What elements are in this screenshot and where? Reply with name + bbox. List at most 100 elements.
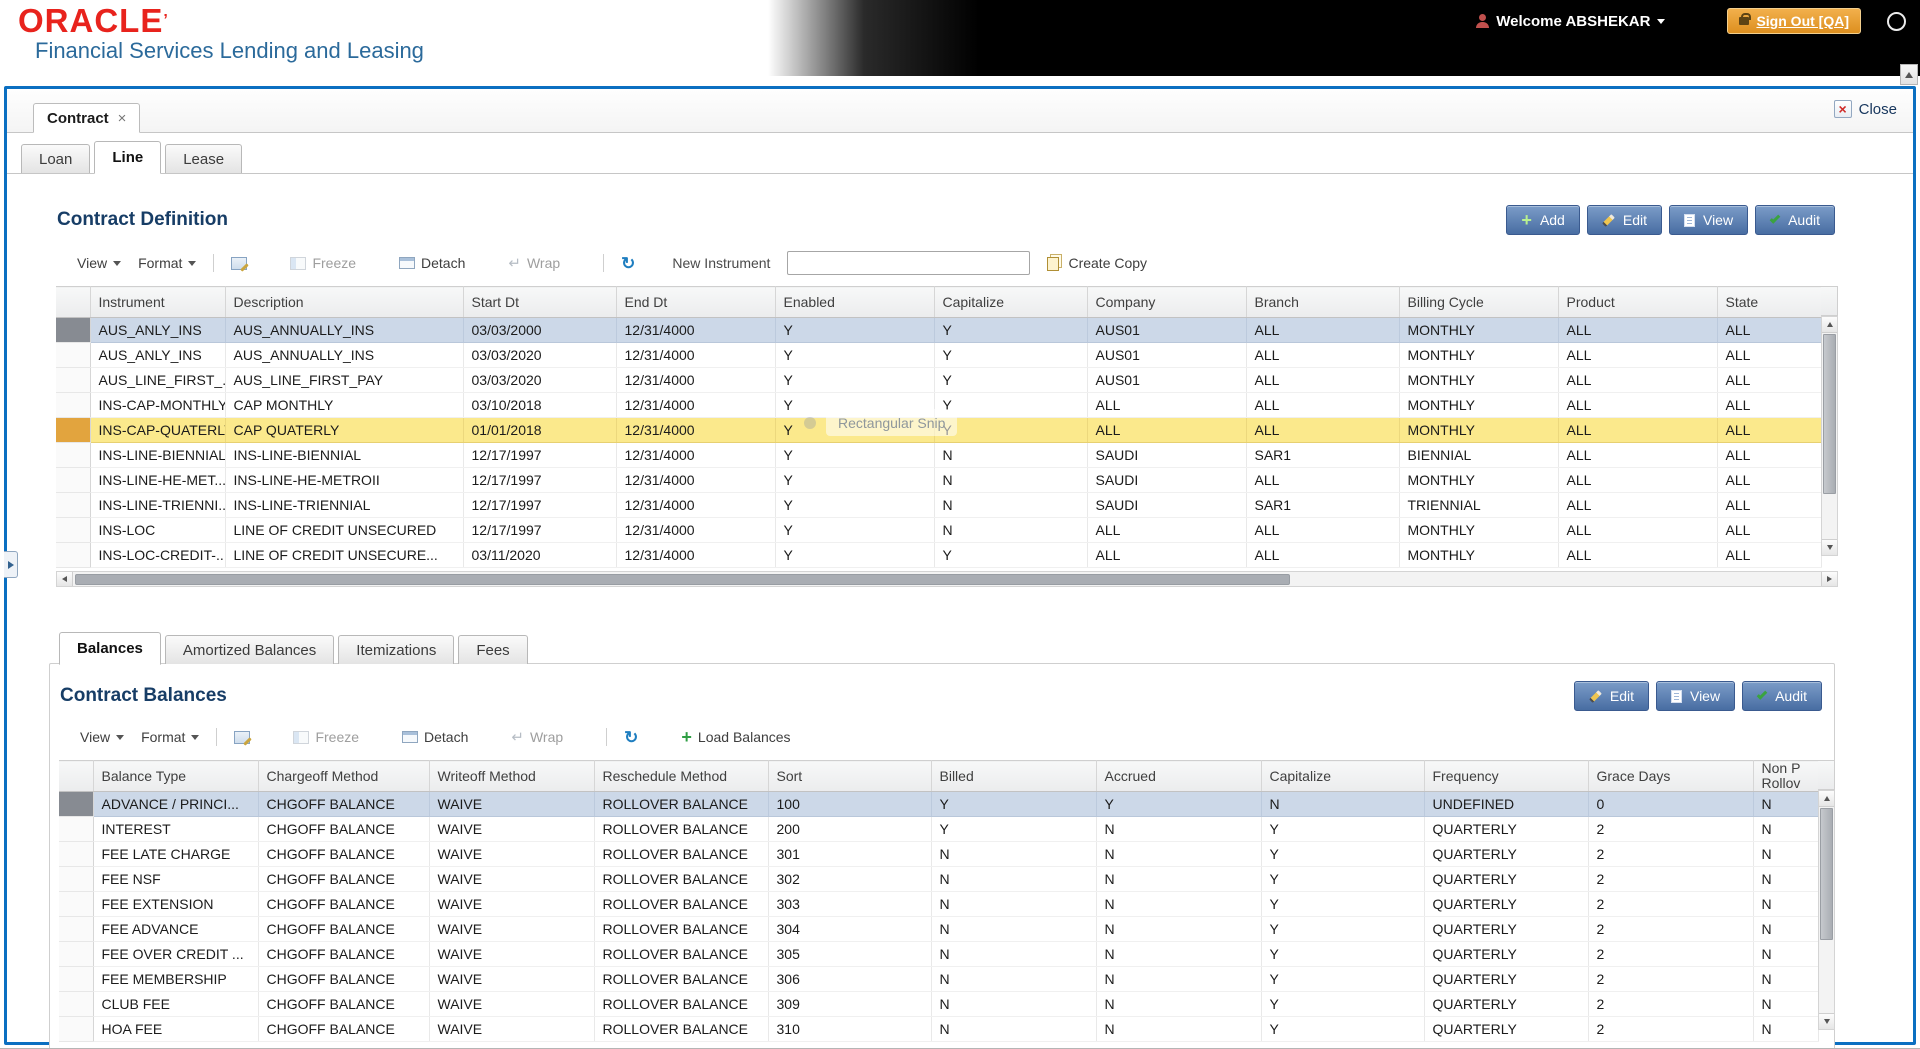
column-header-end-dt[interactable]: End Dt [616, 287, 775, 318]
wrap-button[interactable]: Wrap [511, 729, 563, 745]
row-handle[interactable] [59, 1017, 93, 1042]
edit-button[interactable]: Edit [1574, 681, 1649, 711]
table-row[interactable]: HOA FEECHGOFF BALANCEWAIVEROLLOVER BALAN… [59, 1017, 1818, 1042]
detach-button[interactable]: Detach [399, 255, 465, 271]
freeze-button[interactable]: Freeze [290, 255, 356, 271]
column-header-start-dt[interactable]: Start Dt [463, 287, 616, 318]
row-handle[interactable] [56, 393, 90, 418]
audit-button[interactable]: Audit [1755, 205, 1835, 235]
add-button[interactable]: Add [1506, 205, 1579, 235]
table-row[interactable]: AUS_ANLY_INSAUS_ANNUALLY_INS03/03/202012… [56, 343, 1821, 368]
tab-contract[interactable]: Contract × [33, 103, 140, 133]
table-row[interactable]: FEE NSFCHGOFF BALANCEWAIVEROLLOVER BALAN… [59, 867, 1818, 892]
column-header-accrued[interactable]: Accrued [1096, 761, 1261, 792]
table-row[interactable]: INS-CAP-QUATERLYCAP QUATERLY01/01/201812… [56, 418, 1821, 443]
column-header-company[interactable]: Company [1087, 287, 1246, 318]
sign-out-button[interactable]: Sign Out [QA] [1727, 8, 1861, 34]
column-header-billed[interactable]: Billed [931, 761, 1096, 792]
page-scroll-up-button[interactable] [1900, 64, 1918, 85]
column-header-chargeoff-method[interactable]: Chargeoff Method [258, 761, 429, 792]
table-row[interactable]: INTERESTCHGOFF BALANCEWAIVEROLLOVER BALA… [59, 817, 1818, 842]
view-menu[interactable]: View [80, 729, 124, 745]
table-row[interactable]: FEE MEMBERSHIPCHGOFF BALANCEWAIVEROLLOVE… [59, 967, 1818, 992]
row-handle[interactable] [59, 867, 93, 892]
audit-button[interactable]: Audit [1742, 681, 1822, 711]
tab-lease[interactable]: Lease [165, 144, 242, 173]
row-handle[interactable] [56, 518, 90, 543]
table-row[interactable]: FEE LATE CHARGECHGOFF BALANCEWAIVEROLLOV… [59, 842, 1818, 867]
table-row[interactable]: INS-LINE-TRIENNI...INS-LINE-TRIENNIAL12/… [56, 493, 1821, 518]
table-row[interactable]: ADVANCE / PRINCI...CHGOFF BALANCEWAIVERO… [59, 792, 1818, 817]
tab-line[interactable]: Line [94, 141, 161, 174]
column-header-grace-days[interactable]: Grace Days [1588, 761, 1753, 792]
row-handle[interactable] [59, 842, 93, 867]
column-header-capitalize[interactable]: Capitalize [934, 287, 1087, 318]
row-handle[interactable] [56, 543, 90, 568]
column-header-balance-type[interactable]: Balance Type [93, 761, 258, 792]
table-row[interactable]: INS-LOC-CREDIT-...LINE OF CREDIT UNSECUR… [56, 543, 1821, 568]
column-header-writeoff-method[interactable]: Writeoff Method [429, 761, 594, 792]
scrollbar-thumb[interactable] [1823, 334, 1836, 494]
scroll-right-button[interactable] [1821, 572, 1837, 586]
scroll-up-button[interactable] [1819, 791, 1834, 807]
column-header-sort[interactable]: Sort [768, 761, 931, 792]
row-handle[interactable] [59, 942, 93, 967]
query-by-example-button[interactable] [234, 731, 250, 744]
refresh-button[interactable] [624, 729, 638, 746]
row-handle[interactable] [59, 967, 93, 992]
freeze-button[interactable]: Freeze [293, 729, 359, 745]
table-row[interactable]: INS-CAP-MONTHLYCAP MONTHLY03/10/201812/3… [56, 393, 1821, 418]
scroll-down-button[interactable] [1822, 539, 1837, 555]
tab-amortized-balances[interactable]: Amortized Balances [165, 635, 334, 664]
column-header-reschedule-method[interactable]: Reschedule Method [594, 761, 768, 792]
tab-close-icon[interactable]: × [118, 110, 127, 127]
table-row[interactable]: INS-LINE-HE-MET...INS-LINE-HE-METROII12/… [56, 468, 1821, 493]
column-header-branch[interactable]: Branch [1246, 287, 1399, 318]
oracle-ring-icon[interactable] [1887, 12, 1906, 31]
tab-loan[interactable]: Loan [21, 144, 90, 173]
row-handle[interactable] [56, 443, 90, 468]
create-copy-button[interactable]: Create Copy [1047, 255, 1147, 271]
scroll-left-button[interactable] [57, 572, 73, 586]
row-handle[interactable] [56, 368, 90, 393]
row-handle[interactable] [59, 992, 93, 1017]
table-row[interactable]: INS-LINE-BIENNIALINS-LINE-BIENNIAL12/17/… [56, 443, 1821, 468]
column-header-non-p-rollov[interactable]: Non P Rollov [1753, 761, 1818, 792]
view-button[interactable]: View [1656, 681, 1735, 711]
edit-button[interactable]: Edit [1587, 205, 1662, 235]
table-row[interactable]: FEE EXTENSIONCHGOFF BALANCEWAIVEROLLOVER… [59, 892, 1818, 917]
new-instrument-input[interactable] [787, 251, 1030, 275]
table-row[interactable]: INS-LOCLINE OF CREDIT UNSECURED12/17/199… [56, 518, 1821, 543]
scroll-down-button[interactable] [1819, 1013, 1834, 1029]
scrollbar-thumb[interactable] [1820, 808, 1833, 940]
row-handle[interactable] [59, 917, 93, 942]
column-header-enabled[interactable]: Enabled [775, 287, 934, 318]
row-handle[interactable] [59, 817, 93, 842]
row-handle[interactable] [56, 418, 90, 443]
column-header-capitalize[interactable]: Capitalize [1261, 761, 1424, 792]
row-handle[interactable] [56, 493, 90, 518]
column-header-instrument[interactable]: Instrument [90, 287, 225, 318]
row-handle[interactable] [56, 468, 90, 493]
horizontal-scrollbar[interactable] [56, 571, 1838, 587]
table-row[interactable]: AUS_ANLY_INSAUS_ANNUALLY_INS03/03/200012… [56, 318, 1821, 343]
wrap-button[interactable]: Wrap [508, 255, 560, 271]
column-header-description[interactable]: Description [225, 287, 463, 318]
row-handle[interactable] [56, 343, 90, 368]
row-handle[interactable] [59, 892, 93, 917]
tab-fees[interactable]: Fees [458, 635, 527, 664]
format-menu[interactable]: Format [138, 255, 196, 271]
format-menu[interactable]: Format [141, 729, 199, 745]
load-balances-button[interactable]: Load Balances [681, 728, 790, 746]
scroll-up-button[interactable] [1822, 317, 1837, 333]
column-header-frequency[interactable]: Frequency [1424, 761, 1588, 792]
refresh-button[interactable] [621, 255, 635, 272]
row-handle[interactable] [56, 318, 90, 343]
row-handle[interactable] [59, 792, 93, 817]
column-header-product[interactable]: Product [1558, 287, 1717, 318]
table-row[interactable]: FEE ADVANCECHGOFF BALANCEWAIVEROLLOVER B… [59, 917, 1818, 942]
scrollbar-thumb[interactable] [75, 574, 1290, 585]
table-row[interactable]: AUS_LINE_FIRST_...AUS_LINE_FIRST_PAY03/0… [56, 368, 1821, 393]
vertical-scrollbar[interactable] [1821, 316, 1838, 556]
tab-itemizations[interactable]: Itemizations [338, 635, 454, 664]
